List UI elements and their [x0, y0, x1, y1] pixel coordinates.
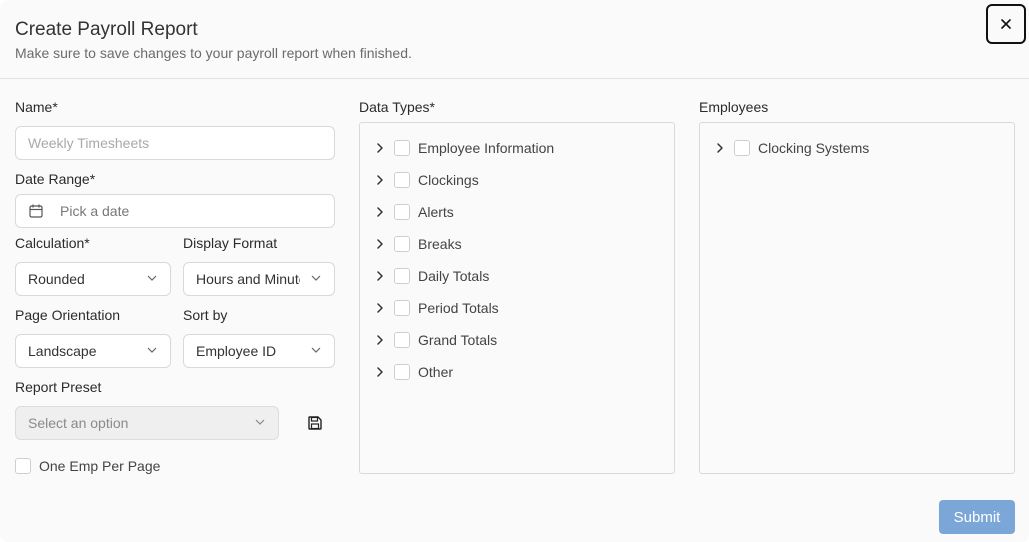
one-emp-per-page-option[interactable]: One Emp Per Page	[15, 458, 160, 474]
tree-item-checkbox[interactable]	[394, 268, 410, 284]
calculation-value: Rounded	[28, 271, 85, 287]
tree-item-checkbox[interactable]	[394, 140, 410, 156]
data-types-tree: Employee Information Clockings Alerts Break…	[359, 122, 675, 474]
tree-item-label: Grand Totals	[418, 332, 498, 348]
close-button[interactable]	[986, 4, 1026, 44]
tree-item[interactable]: Other	[360, 362, 453, 382]
save-preset-button[interactable]	[305, 413, 325, 433]
tree-item-label: Breaks	[418, 236, 462, 252]
tree-item[interactable]: Alerts	[360, 202, 454, 222]
tree-item-checkbox[interactable]	[394, 204, 410, 220]
employees-tree: Clocking Systems	[699, 122, 1015, 474]
tree-item-label: Period Totals	[418, 300, 499, 316]
chevron-right-icon[interactable]	[372, 269, 388, 283]
employees-label: Employees	[699, 99, 769, 115]
name-placeholder: Weekly Timesheets	[28, 135, 150, 151]
submit-button[interactable]: Submit	[939, 500, 1015, 534]
tree-item-label: Clockings	[418, 172, 479, 188]
sort-by-label: Sort by	[183, 307, 228, 323]
tree-item-checkbox[interactable]	[394, 236, 410, 252]
chevron-right-icon[interactable]	[372, 301, 388, 315]
display-format-select[interactable]: Hours and Minutes	[183, 262, 335, 296]
chevron-down-icon	[311, 275, 321, 281]
tree-item-checkbox[interactable]	[734, 140, 750, 156]
tree-item[interactable]: Employee Information	[360, 138, 554, 158]
page-orientation-select[interactable]: Landscape	[15, 334, 171, 368]
chevron-right-icon[interactable]	[372, 333, 388, 347]
chevron-down-icon	[311, 347, 321, 353]
report-preset-placeholder: Select an option	[28, 415, 129, 431]
chevron-down-icon	[147, 275, 157, 281]
calculation-label: Calculation*	[15, 235, 90, 251]
chevron-right-icon[interactable]	[372, 205, 388, 219]
chevron-right-icon[interactable]	[372, 237, 388, 251]
calendar-icon	[29, 204, 43, 218]
page-orientation-value: Landscape	[28, 343, 97, 359]
calculation-select[interactable]: Rounded	[15, 262, 171, 296]
tree-item-label: Clocking Systems	[758, 140, 870, 156]
dialog-subtitle: Make sure to save changes to your payrol…	[15, 45, 412, 61]
page-orientation-label: Page Orientation	[15, 307, 121, 323]
tree-item[interactable]: Period Totals	[360, 298, 499, 318]
display-format-value: Hours and Minutes	[196, 271, 300, 287]
tree-item[interactable]: Grand Totals	[360, 330, 497, 350]
name-input[interactable]: Weekly Timesheets	[15, 126, 335, 160]
display-format-label: Display Format	[183, 235, 278, 251]
dialog-title: Create Payroll Report	[15, 19, 198, 40]
report-preset-label: Report Preset	[15, 379, 102, 395]
one-emp-per-page-label: One Emp Per Page	[39, 458, 161, 474]
data-types-label: Data Types*	[359, 99, 436, 115]
tree-item-label: Alerts	[418, 204, 454, 220]
tree-item[interactable]: Clockings	[360, 170, 479, 190]
tree-item-checkbox[interactable]	[394, 364, 410, 380]
sort-by-select[interactable]: Employee ID	[183, 334, 335, 368]
date-range-picker[interactable]: Pick a date	[15, 194, 335, 228]
tree-item-label: Other	[418, 364, 454, 380]
one-emp-per-page-checkbox[interactable]	[15, 458, 31, 474]
tree-item-label: Employee Information	[418, 140, 555, 156]
chevron-right-icon[interactable]	[372, 173, 388, 187]
chevron-down-icon	[147, 347, 157, 353]
chevron-right-icon[interactable]	[372, 365, 388, 379]
chevron-down-icon	[255, 419, 265, 425]
sort-by-value: Employee ID	[196, 343, 277, 359]
tree-item-checkbox[interactable]	[394, 332, 410, 348]
tree-item-checkbox[interactable]	[394, 300, 410, 316]
save-icon	[308, 416, 322, 430]
payroll-report-dialog: Create Payroll Report Make sure to save …	[0, 0, 1029, 542]
tree-item[interactable]: Clocking Systems	[700, 138, 869, 158]
tree-item-label: Daily Totals	[418, 268, 490, 284]
date-range-label: Date Range*	[15, 171, 96, 187]
chevron-right-icon[interactable]	[712, 141, 728, 155]
chevron-right-icon[interactable]	[372, 141, 388, 155]
report-preset-select[interactable]: Select an option	[15, 406, 279, 440]
close-icon	[1001, 19, 1011, 29]
tree-item-checkbox[interactable]	[394, 172, 410, 188]
dialog-header: Create Payroll Report Make sure to save …	[0, 0, 1029, 79]
tree-item[interactable]: Daily Totals	[360, 266, 489, 286]
tree-item[interactable]: Breaks	[360, 234, 462, 254]
name-label: Name*	[15, 99, 58, 115]
date-placeholder: Pick a date	[60, 203, 130, 219]
